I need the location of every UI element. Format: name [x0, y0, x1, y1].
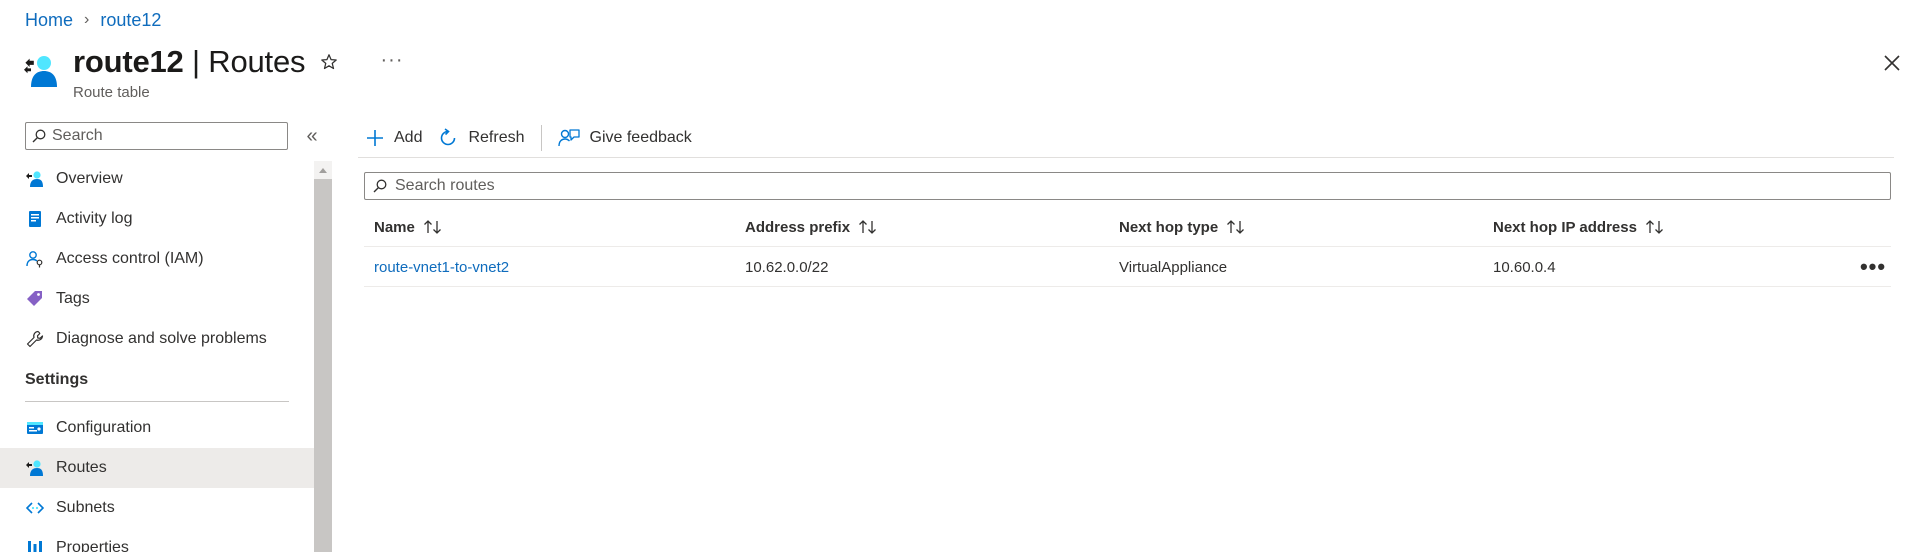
breadcrumb-chevron-icon: ›	[84, 11, 90, 28]
configuration-icon	[25, 418, 45, 438]
page-subtitle: Route table	[73, 84, 150, 101]
sidebar-item-overview[interactable]: Overview	[0, 159, 314, 199]
route-name-cell: route-vnet1-to-vnet2	[374, 247, 509, 287]
next-hop-ip-cell: 10.60.0.4	[1493, 258, 1556, 276]
breadcrumb-current-link[interactable]: route12	[100, 10, 161, 31]
page-title-resource: route12	[73, 44, 184, 79]
page-header: route12 | Routes Route table ···	[24, 44, 1914, 104]
table-row[interactable]: route-vnet1-to-vnet2 10.62.0.0/22 Virtua…	[364, 247, 1891, 287]
iam-icon	[25, 249, 45, 269]
scroll-up-arrow-icon[interactable]	[314, 161, 332, 179]
sidebar-item-label: Routes	[56, 459, 107, 476]
more-actions-button[interactable]: ···	[379, 47, 405, 73]
sidebar: « Overview Activity log Access control (…	[0, 118, 332, 552]
favorite-star-button[interactable]	[316, 49, 342, 75]
column-header-address-prefix[interactable]: Address prefix	[745, 207, 878, 247]
route-table-icon	[24, 53, 60, 89]
star-icon	[321, 54, 337, 70]
sidebar-item-label: Diagnose and solve problems	[56, 330, 267, 347]
command-bar: Add Refresh Give feedback	[358, 118, 1894, 158]
routes-table: Name Address prefix Next hop type Next h…	[364, 207, 1891, 287]
wrench-icon	[25, 329, 45, 349]
add-icon	[366, 129, 384, 147]
column-header-name[interactable]: Name	[374, 207, 443, 247]
column-header-label: Address prefix	[745, 218, 851, 236]
column-header-label: Name	[374, 218, 415, 236]
sidebar-item-label: Subnets	[56, 499, 115, 516]
sidebar-item-label: Access control (IAM)	[56, 250, 204, 267]
collapse-sidebar-button[interactable]: «	[300, 124, 324, 148]
give-feedback-button[interactable]: Give feedback	[550, 122, 700, 154]
properties-icon	[25, 538, 45, 552]
sort-icon[interactable]	[858, 220, 878, 234]
tag-icon	[25, 289, 45, 309]
sidebar-scrollbar[interactable]	[314, 161, 332, 552]
sort-icon[interactable]	[1226, 220, 1246, 234]
address-prefix-cell: 10.62.0.0/22	[745, 258, 829, 276]
sidebar-divider	[25, 401, 289, 402]
column-header-label: Next hop type	[1119, 218, 1219, 236]
sidebar-item-tags[interactable]: Tags	[0, 279, 314, 319]
breadcrumb: Home › route12	[25, 9, 161, 31]
route-name-link[interactable]: route-vnet1-to-vnet2	[374, 259, 509, 276]
sidebar-item-label: Overview	[56, 170, 123, 187]
sidebar-section-settings: Settings	[25, 371, 89, 388]
sidebar-item-subnets[interactable]: Subnets	[0, 488, 314, 528]
sidebar-search-input[interactable]	[52, 127, 272, 145]
overview-icon	[25, 169, 45, 189]
row-more-actions-button[interactable]: •••	[1859, 254, 1887, 279]
sidebar-item-access-control[interactable]: Access control (IAM)	[0, 239, 314, 279]
sort-icon[interactable]	[423, 220, 443, 234]
feedback-icon	[557, 128, 580, 148]
column-header-label: Next hop IP address	[1493, 218, 1637, 236]
page-title: route12 | Routes	[73, 44, 306, 80]
column-header-next-hop-ip[interactable]: Next hop IP address	[1493, 207, 1665, 247]
sort-icon[interactable]	[1645, 220, 1665, 234]
search-icon	[373, 179, 387, 193]
sidebar-item-diagnose[interactable]: Diagnose and solve problems	[0, 319, 314, 359]
add-button-label: Add	[394, 128, 423, 146]
activity-log-icon	[25, 209, 45, 229]
sidebar-item-label: Activity log	[56, 210, 133, 227]
refresh-button-label: Refresh	[468, 128, 525, 146]
refresh-icon	[438, 127, 458, 148]
routes-search-box[interactable]	[364, 172, 1891, 200]
sidebar-item-activity-log[interactable]: Activity log	[0, 199, 314, 239]
main-content: Add Refresh Give feedback Name Addres	[358, 118, 1894, 552]
close-icon	[1884, 55, 1900, 71]
refresh-button[interactable]: Refresh	[430, 122, 532, 154]
breadcrumb-home-link[interactable]: Home	[25, 10, 73, 31]
toolbar-divider	[540, 124, 542, 151]
sidebar-item-label: Configuration	[56, 419, 152, 436]
sidebar-item-configuration[interactable]: Configuration	[0, 408, 314, 448]
sidebar-nav: Overview Activity log Access control (IA…	[0, 159, 314, 552]
close-button[interactable]	[1878, 49, 1906, 77]
sidebar-item-properties[interactable]: Properties	[0, 528, 314, 552]
column-header-next-hop-type[interactable]: Next hop type	[1119, 207, 1246, 247]
table-header-row: Name Address prefix Next hop type Next h…	[364, 207, 1891, 247]
page-title-section: Routes	[208, 44, 306, 79]
routes-search-input[interactable]	[395, 177, 1875, 195]
subnets-icon	[25, 498, 45, 518]
sidebar-search-box[interactable]	[25, 122, 288, 150]
add-button[interactable]: Add	[358, 122, 430, 154]
next-hop-type-cell: VirtualAppliance	[1119, 258, 1228, 276]
search-icon	[32, 129, 46, 143]
page-title-separator: |	[183, 44, 209, 79]
sidebar-item-routes[interactable]: Routes	[0, 448, 314, 488]
routes-icon	[25, 458, 45, 478]
sidebar-item-label: Properties	[56, 539, 129, 552]
give-feedback-label: Give feedback	[589, 128, 692, 146]
sidebar-scrollbar-thumb[interactable]	[314, 179, 332, 552]
sidebar-item-label: Tags	[56, 290, 90, 307]
